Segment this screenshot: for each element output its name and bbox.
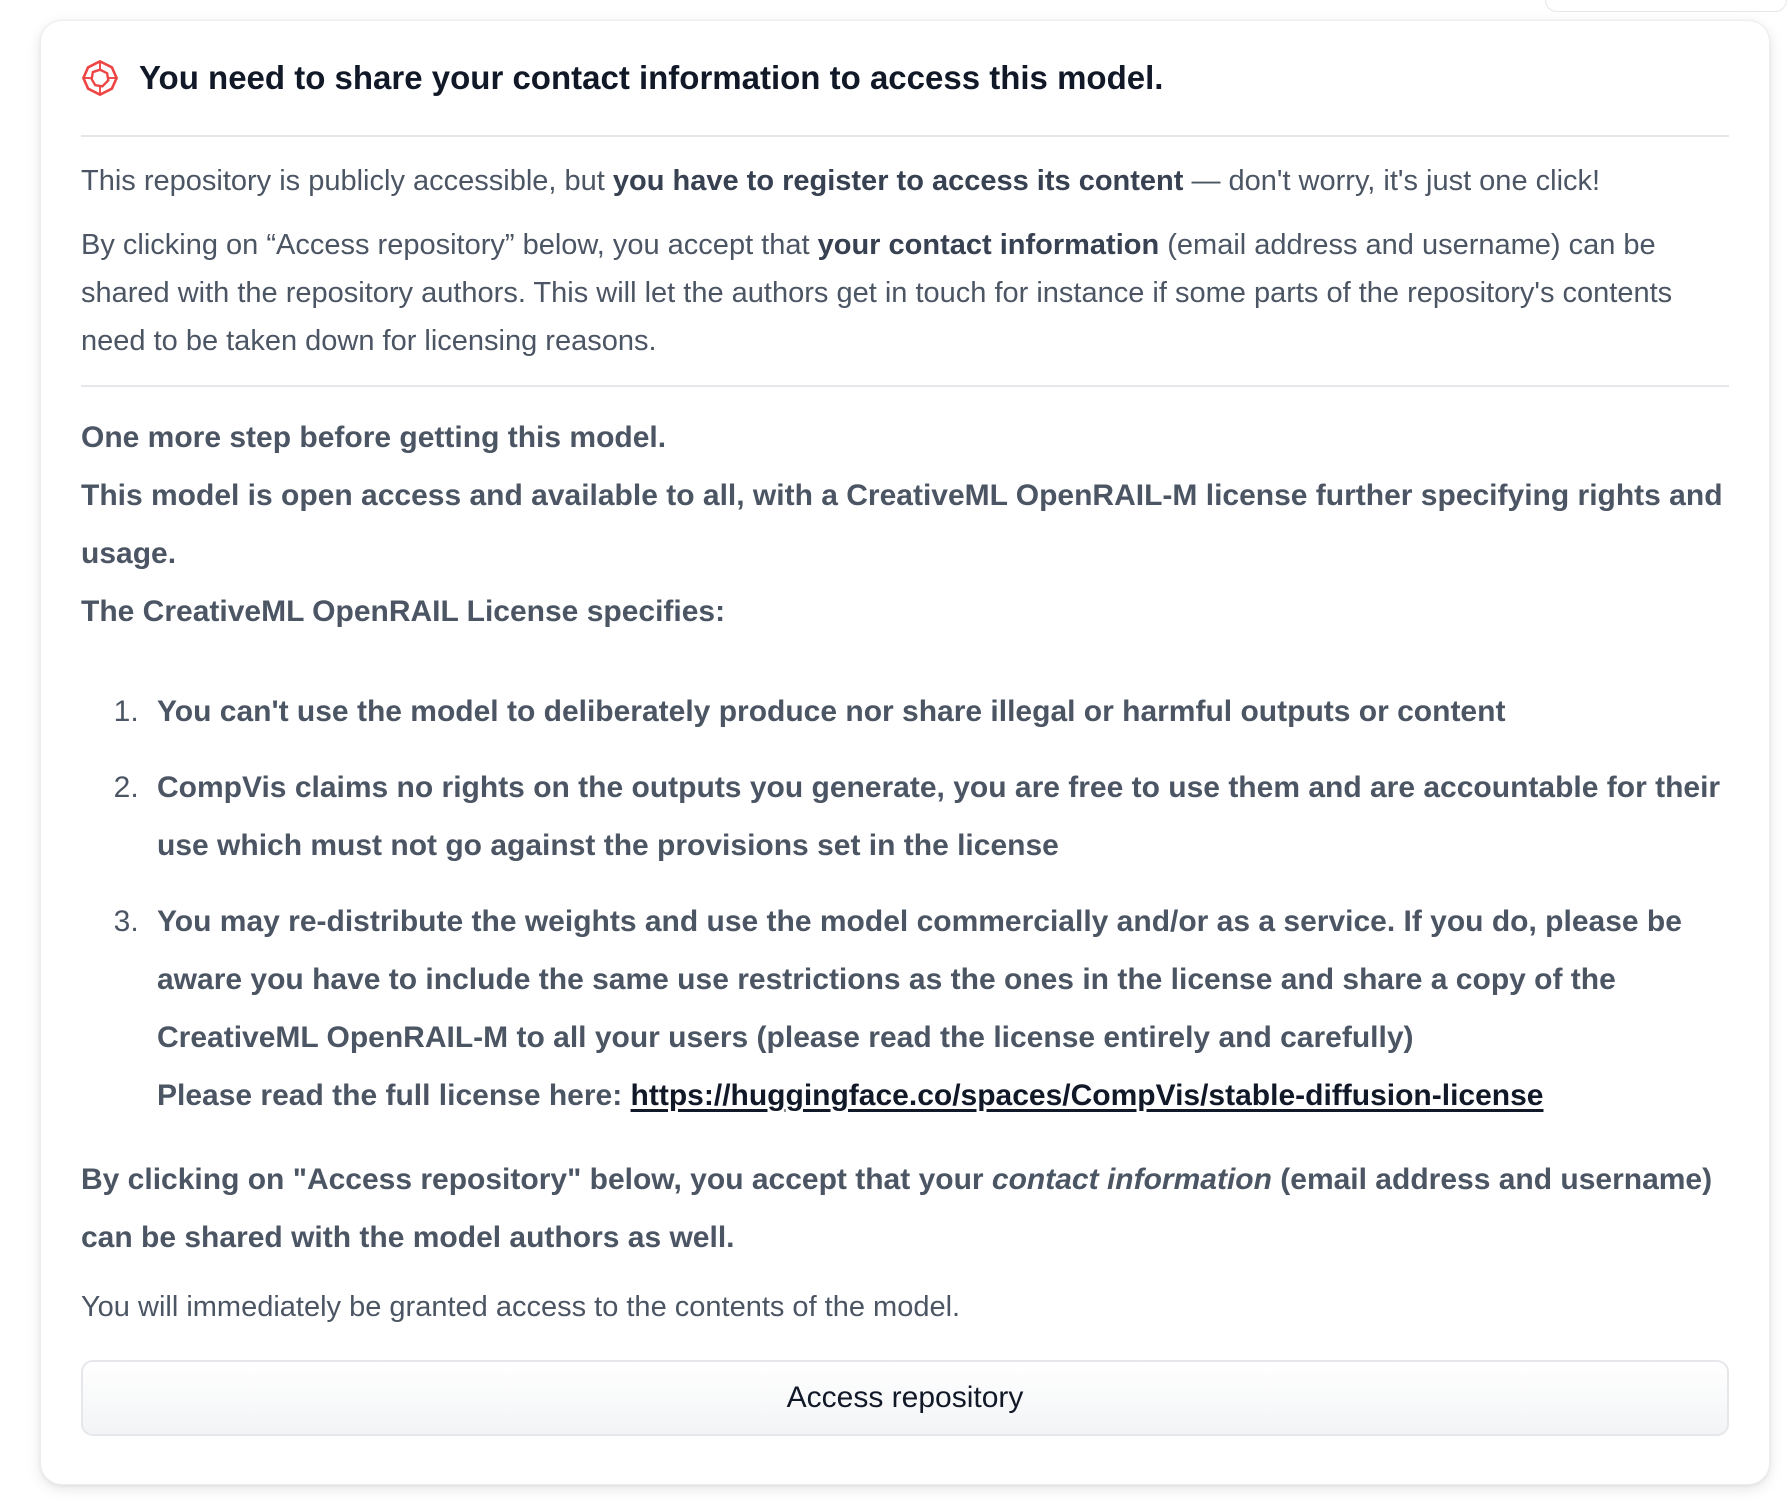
intro-p2-bold: your contact information	[817, 229, 1160, 261]
list-item: You may re-distribute the weights and us…	[147, 893, 1729, 1125]
license-link-prefix: Please read the full license here:	[157, 1079, 631, 1112]
list-item-text: You can't use the model to deliberately …	[157, 695, 1506, 728]
access-repository-button[interactable]: Access repository	[81, 1360, 1729, 1436]
intro-paragraph-1: This repository is publicly accessible, …	[81, 157, 1729, 205]
consent-text: By clicking on "Access repository" below…	[81, 1163, 992, 1196]
license-terms: One more step before getting this model.…	[81, 387, 1729, 1267]
intro-p2-text: By clicking on “Access repository” below…	[81, 229, 818, 261]
terms-line-1: One more step before getting this model.	[81, 421, 667, 454]
panel-title: You need to share your contact informati…	[139, 59, 1164, 96]
background-card-edge	[1545, 0, 1787, 12]
list-item: CompVis claims no rights on the outputs …	[147, 759, 1729, 875]
license-link[interactable]: https://huggingface.co/spaces/CompVis/st…	[631, 1079, 1544, 1112]
warning-octagon-icon	[81, 59, 119, 97]
list-item-text: You may re-distribute the weights and us…	[157, 905, 1682, 1054]
intro-p1-bold: you have to register to access its conte…	[612, 165, 1184, 197]
panel-header: You need to share your contact informati…	[81, 21, 1729, 137]
access-granted-note: You will immediately be granted access t…	[81, 1291, 961, 1323]
terms-line-3: The CreativeML OpenRAIL License specifie…	[81, 595, 726, 628]
gated-access-panel: You need to share your contact informati…	[40, 20, 1770, 1485]
consent-paragraph: By clicking on "Access repository" below…	[81, 1151, 1729, 1267]
terms-line-2: This model is open access and available …	[81, 479, 1723, 570]
list-item: You can't use the model to deliberately …	[147, 683, 1729, 741]
intro-p1-text-end: — don't worry, it's just one click!	[1183, 165, 1601, 197]
license-terms-list: You can't use the model to deliberately …	[81, 683, 1729, 1125]
intro-p1-text: This repository is publicly accessible, …	[81, 165, 613, 197]
intro-paragraph-2: By clicking on “Access repository” below…	[81, 221, 1729, 365]
consent-italic: contact information	[991, 1163, 1272, 1196]
list-item-text: CompVis claims no rights on the outputs …	[157, 771, 1721, 862]
intro-section: This repository is publicly accessible, …	[81, 137, 1729, 387]
